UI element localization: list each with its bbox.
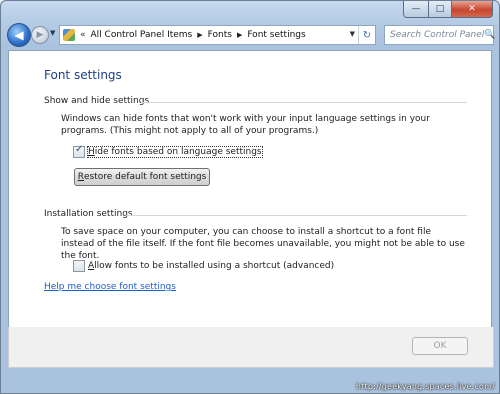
close-button[interactable]: ✕ <box>452 1 493 18</box>
minimize-button[interactable]: — <box>403 1 429 18</box>
hide-fonts-label[interactable]: Hide fonts based on language settings <box>87 146 263 158</box>
refresh-icon: ↻ <box>362 29 372 41</box>
ok-button[interactable]: OK <box>412 337 468 355</box>
address-bar[interactable]: « All Control Panel Items ▶ Fonts ▶ Font… <box>59 25 376 45</box>
breadcrumb-font-settings[interactable]: Font settings <box>247 30 305 40</box>
show-hide-description: Windows can hide fonts that won't work w… <box>61 114 430 136</box>
shortcut-checkbox-row[interactable]: Allow fonts to be installed using a shor… <box>73 260 334 272</box>
watermark-url: http://geekyang.spaces.live.com/ <box>355 382 495 391</box>
breadcrumb-separator-icon[interactable]: ▶ <box>197 31 202 39</box>
address-dropdown-icon[interactable]: ▼ <box>350 30 355 38</box>
show-hide-heading: Show and hide settings <box>44 96 150 106</box>
shortcut-checkbox[interactable] <box>73 260 85 272</box>
restore-default-button[interactable]: Restore default font settings <box>74 168 210 186</box>
search-placeholder: Search Control Panel <box>390 30 485 40</box>
maximize-button[interactable]: □ <box>429 1 452 18</box>
forward-button[interactable]: ▶ <box>31 26 49 44</box>
refresh-button[interactable]: ↻ <box>358 26 375 44</box>
breadcrumb-separator-icon[interactable]: ▶ <box>237 31 242 39</box>
section-divider <box>141 102 467 103</box>
breadcrumb-all-control-panel-items[interactable]: All Control Panel Items <box>91 30 193 40</box>
chevron-down-icon: ▼ <box>50 29 56 37</box>
recent-pages-button[interactable]: ▼ <box>50 29 55 37</box>
shortcut-label[interactable]: Allow fonts to be installed using a shor… <box>88 261 334 271</box>
page-title: Font settings <box>44 68 122 82</box>
section-divider <box>126 215 467 216</box>
back-arrow-icon: ◀ <box>14 28 24 42</box>
hide-fonts-checkbox[interactable] <box>73 144 85 158</box>
content-pane: Font settings Show and hide settings Win… <box>8 50 492 328</box>
installation-heading: Installation settings <box>44 209 133 219</box>
button-bar: OK <box>8 327 494 368</box>
help-link[interactable]: Help me choose font settings <box>44 282 176 292</box>
hide-fonts-checkbox-row[interactable]: Hide fonts based on language settings <box>73 144 263 158</box>
breadcrumb-overflow-button[interactable]: « <box>80 30 86 40</box>
back-button[interactable]: ◀ <box>7 23 31 47</box>
search-icon[interactable]: 🔍 <box>484 30 495 40</box>
breadcrumb-fonts[interactable]: Fonts <box>208 30 232 40</box>
forward-arrow-icon: ▶ <box>36 30 44 40</box>
installation-description: To save space on your computer, you can … <box>61 227 465 261</box>
control-panel-icon <box>63 29 75 41</box>
search-input[interactable]: Search Control Panel 🔍 <box>384 25 495 45</box>
navigation-bar: ◀ ▶ ▼ « All Control Panel Items ▶ Fonts … <box>1 21 499 49</box>
caption-buttons: — □ ✕ <box>403 1 493 18</box>
window-frame: — □ ✕ ◀ ▶ ▼ « All Control Panel Items ▶ … <box>0 0 500 394</box>
